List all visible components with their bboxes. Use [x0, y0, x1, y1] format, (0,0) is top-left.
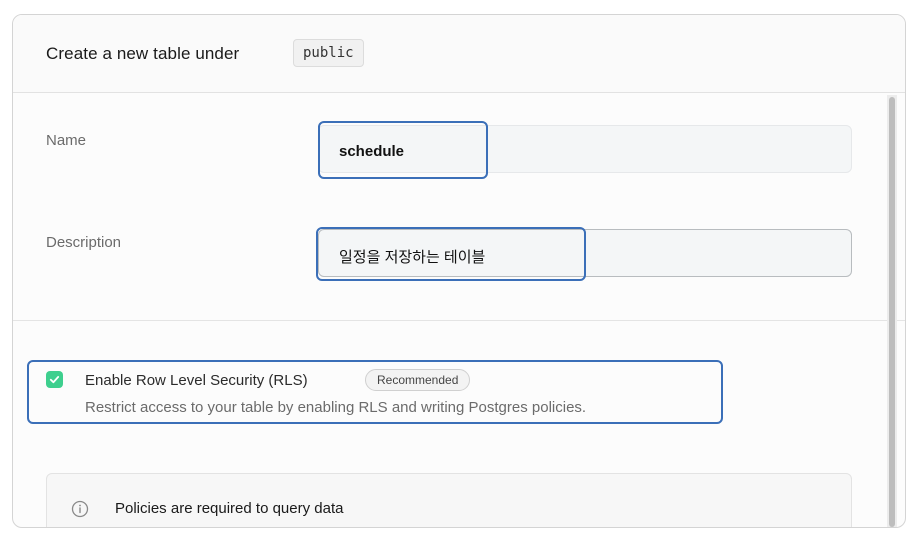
description-label: Description — [46, 234, 122, 251]
section-divider — [13, 320, 905, 321]
scrollbar[interactable] — [887, 95, 897, 527]
panel-header: Create a new table under public — [13, 15, 905, 93]
description-input-value: 일정을 저장하는 테이블 — [339, 249, 486, 266]
policy-notice-title: Policies are required to query data — [115, 500, 344, 517]
rls-checkbox[interactable] — [46, 371, 63, 388]
policy-notice: Policies are required to query data — [46, 473, 852, 527]
rls-label: Enable Row Level Security (RLS) — [85, 372, 308, 389]
create-table-panel: Create a new table under public Name sch… — [12, 14, 906, 528]
schema-badge: public — [293, 39, 364, 67]
name-input-value: schedule — [339, 143, 405, 160]
scrollbar-thumb[interactable] — [889, 97, 895, 527]
info-icon — [71, 500, 89, 518]
name-label: Name — [46, 132, 87, 149]
recommended-badge: Recommended — [365, 369, 471, 391]
rls-description: Restrict access to your table by enablin… — [85, 399, 587, 416]
check-icon — [49, 376, 60, 384]
page-title: Create a new table under — [46, 44, 240, 63]
